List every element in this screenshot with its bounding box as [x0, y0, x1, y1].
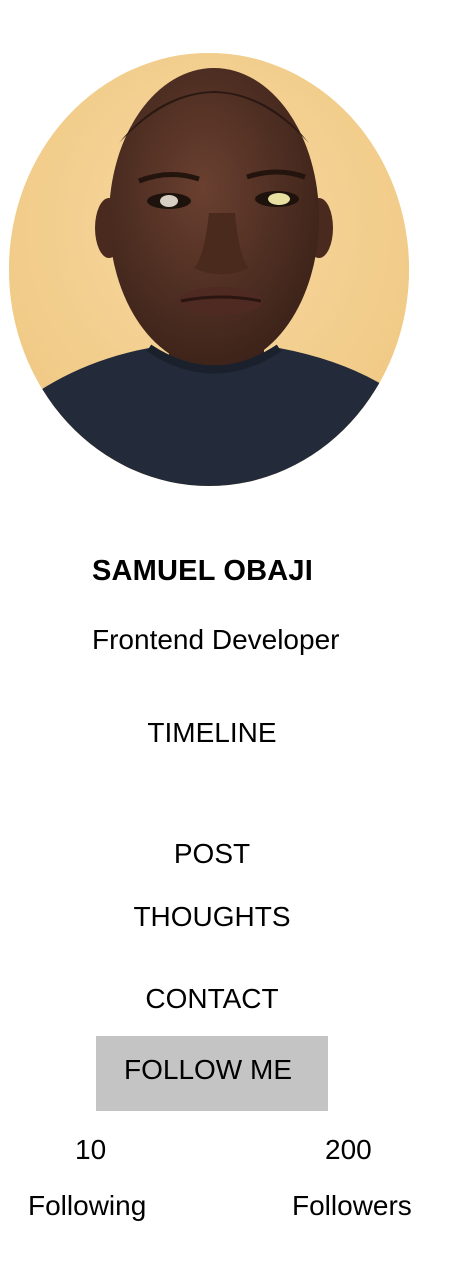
- following-label: Following: [28, 1190, 147, 1221]
- profile-name: SAMUEL OBAJI: [92, 555, 314, 587]
- nav-thoughts[interactable]: THOUGHTS: [0, 903, 424, 931]
- nav-post[interactable]: POST: [0, 840, 424, 868]
- following-count: 10: [75, 1134, 107, 1165]
- nav-contact[interactable]: CONTACT: [0, 985, 424, 1013]
- followers-label: Followers: [292, 1190, 412, 1221]
- follow-me-label: FOLLOW ME: [124, 1054, 293, 1085]
- follow-me-button[interactable]: FOLLOW ME: [96, 1036, 328, 1111]
- nav-timeline[interactable]: TIMELINE: [0, 719, 424, 747]
- followers-count: 200: [325, 1134, 372, 1165]
- profile-role: Frontend Developer: [92, 624, 340, 655]
- avatar: [9, 53, 409, 486]
- profile-photo: [9, 53, 409, 486]
